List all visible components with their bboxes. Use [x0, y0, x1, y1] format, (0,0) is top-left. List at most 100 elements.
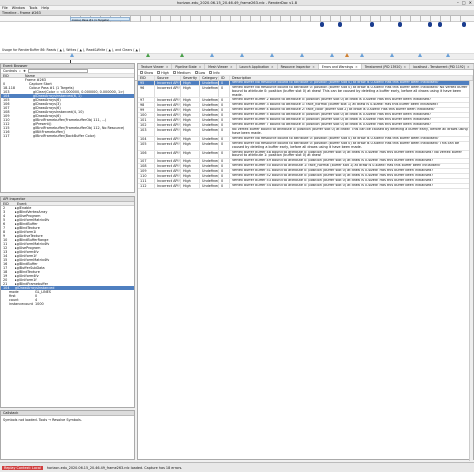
timeline-pass-bar[interactable]: Colour Pass #1 (1 Targets) [70, 17, 130, 22]
error-severity: High [181, 164, 200, 169]
error-source: Incorrect API Use [155, 169, 181, 174]
error-id: 0 [219, 98, 230, 103]
col-source[interactable]: Source [155, 76, 181, 80]
menu-window[interactable]: Window [12, 6, 25, 10]
error-source: Incorrect API Use [155, 179, 181, 184]
error-severity: High [181, 179, 200, 184]
write-marker-icon [240, 53, 244, 57]
close-tab-icon[interactable]: × [230, 65, 233, 69]
error-source: Incorrect API Use [155, 136, 181, 141]
error-category: Undefined [202, 81, 219, 85]
event-marker-icon[interactable] [338, 22, 342, 27]
event-marker-icon[interactable] [320, 22, 324, 27]
filter-show[interactable]: Show [140, 70, 153, 75]
error-id: 0 [219, 150, 230, 159]
event-marker-icon[interactable] [370, 22, 374, 27]
controls-label: Controls [3, 69, 18, 73]
tab-launch-application[interactable]: Launch Application × [237, 64, 278, 69]
close-tab-icon[interactable]: × [166, 65, 169, 69]
error-source: Incorrect API Use [155, 174, 181, 179]
error-severity: High [181, 108, 200, 113]
event-marker-icon[interactable] [438, 22, 442, 27]
close-tab-icon[interactable]: × [312, 65, 315, 69]
tab-label: Errors and Warnings [321, 64, 354, 69]
error-severity: High [181, 113, 200, 118]
col-eid[interactable]: EID [1, 202, 15, 206]
event-marker-icon[interactable] [428, 22, 432, 27]
filter-checkbox[interactable] [209, 70, 213, 74]
tab-mesh-viewer[interactable]: Mesh Viewer × [205, 64, 237, 69]
write-marker-icon [390, 53, 394, 57]
tab-errors-and-warnings[interactable]: Errors and Warnings × [318, 64, 362, 69]
event-marker-icon[interactable] [398, 22, 402, 27]
menu-help[interactable]: Help [41, 6, 49, 10]
tab-pipeline-state[interactable]: Pipeline State × [172, 64, 206, 69]
tab-localhost-tenstorrent-pid-1192-[interactable]: localhost - Tenstorrent (PID 1192) × [410, 64, 474, 69]
event-search-input[interactable] [27, 69, 88, 73]
error-description: Vertex buffer Buffer 51 bound to attribu… [230, 169, 473, 174]
error-severity: High [181, 169, 200, 174]
tab-tenstorrent-pid-13920-[interactable]: Tenstorrent (PID 13920) × [362, 64, 411, 69]
write-marker-icon [300, 53, 304, 57]
search-icon[interactable]: ⌕ [19, 69, 21, 73]
filter-medium[interactable]: Medium [172, 70, 191, 75]
col-name[interactable]: Name [23, 74, 35, 78]
filter-checkbox[interactable] [157, 70, 161, 74]
error-description: Vertex buffer No Resource bound to attri… [230, 81, 473, 85]
callstack-panel: Callstack Symbols not loaded. Tools → Re… [0, 410, 135, 460]
error-severity: High [181, 136, 200, 141]
error-source: Incorrect API Use [155, 128, 181, 136]
close-icon[interactable]: ✕ [469, 0, 472, 6]
filter-checkbox[interactable] [140, 70, 143, 74]
col-description[interactable]: Description [230, 76, 473, 80]
col-eid[interactable]: EID [138, 76, 155, 80]
error-row[interactable]: 96Incorrect API UseHighUndefined0Vertex … [138, 86, 473, 99]
error-id: 0 [219, 169, 230, 174]
tab-label: Resource Inspector [280, 64, 311, 69]
error-eid: 97 [138, 98, 155, 103]
error-category: Undefined [202, 118, 219, 123]
filter-low[interactable]: Low [194, 70, 205, 75]
filter-info[interactable]: Info [209, 70, 220, 75]
error-id: 0 [219, 103, 230, 108]
close-tab-icon[interactable]: × [404, 65, 407, 69]
error-source: Incorrect API Use [155, 81, 181, 85]
maximize-icon[interactable]: □ [462, 0, 466, 6]
col-eid[interactable]: EID [1, 74, 23, 78]
menu-tools[interactable]: Tools [29, 6, 37, 10]
error-category: Undefined [202, 113, 219, 118]
errors-table-body: 95Incorrect API UseHighUndefined0Vertex … [138, 81, 473, 190]
errors-scrollbar[interactable] [469, 81, 473, 461]
error-row[interactable]: 106Incorrect API UseHighUndefined0Vertex… [138, 150, 473, 160]
filter-high[interactable]: High [157, 70, 169, 75]
replay-context-button[interactable]: Replay Context: Local [2, 465, 43, 470]
error-source: Incorrect API Use [155, 184, 181, 189]
error-row[interactable]: 105Incorrect API UseHighUndefined0Vertex… [138, 141, 473, 151]
event-marker-icon[interactable] [462, 22, 466, 27]
menu-file[interactable]: File [2, 6, 8, 10]
col-category[interactable]: Category [200, 76, 219, 80]
close-tab-icon[interactable]: × [355, 65, 358, 69]
error-id: 0 [219, 164, 230, 169]
error-id: 0 [219, 159, 230, 164]
col-event[interactable]: Event [15, 202, 27, 206]
error-category: Undefined [202, 174, 219, 179]
error-description: Vertex buffer Buffer 53 bound to attribu… [230, 179, 473, 184]
tab-resource-inspector[interactable]: Resource Inspector × [278, 64, 319, 69]
close-tab-icon[interactable]: × [199, 65, 202, 69]
filter-checkbox[interactable] [194, 70, 198, 74]
minimize-icon[interactable]: – [457, 0, 459, 6]
error-source: Incorrect API Use [155, 98, 181, 103]
col-id[interactable]: ID [219, 76, 230, 80]
error-category: Undefined [200, 141, 219, 150]
bookmark-icon[interactable]: ★ [23, 69, 26, 73]
close-tab-icon[interactable]: × [467, 65, 470, 69]
col-severity[interactable]: Severity [181, 76, 200, 80]
event-row[interactable]: 117 glBindFramebuffer(BackBuffer Color) [1, 134, 134, 138]
close-tab-icon[interactable]: × [271, 65, 274, 69]
tab-texture-viewer[interactable]: Texture Viewer × [138, 64, 173, 69]
error-row[interactable]: 103Incorrect API UseHighUndefined0No ver… [138, 128, 473, 137]
error-row[interactable]: 112Incorrect API UseHighUndefined0Vertex… [138, 184, 473, 190]
filter-checkbox[interactable] [172, 70, 176, 74]
error-eid: 105 [138, 141, 155, 150]
